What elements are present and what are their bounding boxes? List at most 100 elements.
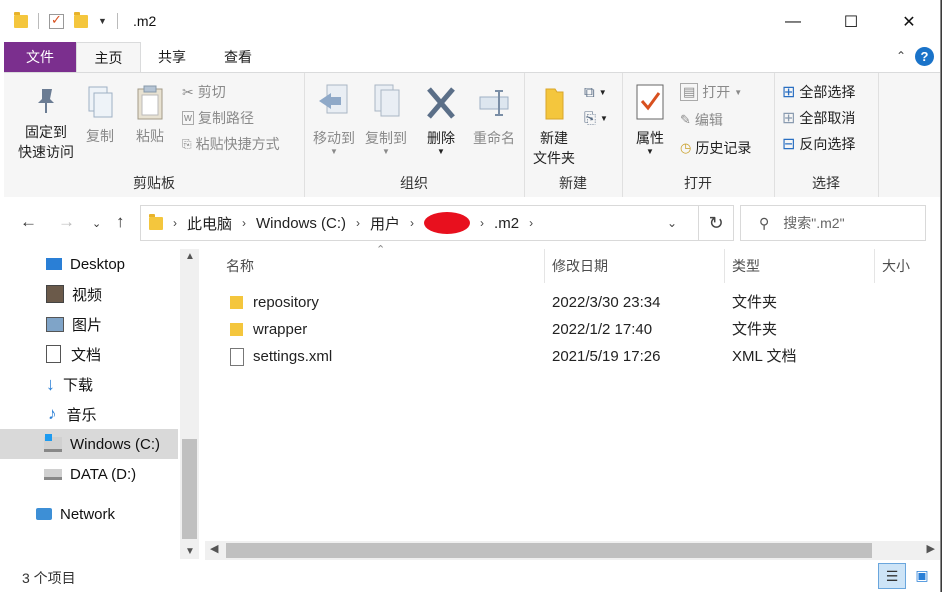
pin-quick-access-button[interactable]: 固定到 快速访问	[10, 85, 82, 162]
chevron-right-icon[interactable]: ›	[410, 216, 414, 230]
nav-item-windows-c[interactable]: Windows (C:)	[0, 429, 178, 459]
nav-scroll-thumb[interactable]	[182, 439, 197, 539]
nav-item-label: 下载	[63, 376, 94, 394]
properties-quick-icon[interactable]	[49, 12, 64, 29]
chevron-right-icon[interactable]: ›	[173, 216, 177, 230]
column-header-date[interactable]: 修改日期	[552, 249, 608, 283]
tab-view[interactable]: 查看	[210, 42, 266, 72]
table-row[interactable]: settings.xml 2021/5/19 17:26 XML 文档	[228, 344, 940, 370]
copy-path-button[interactable]: w 复制路径	[182, 107, 254, 129]
scroll-left-icon[interactable]: ◀	[210, 542, 218, 555]
new-folder-button[interactable]: 新建 文件夹	[528, 83, 580, 168]
easy-access-icon: ⎘	[584, 109, 597, 127]
scroll-down-icon[interactable]: ▼	[185, 546, 195, 557]
history-button[interactable]: ◷ 历史记录	[680, 137, 751, 159]
column-divider[interactable]	[724, 249, 725, 283]
easy-access-button[interactable]: ⎘ ▼	[584, 107, 608, 129]
tab-share[interactable]: 共享	[144, 42, 200, 72]
column-divider[interactable]	[544, 249, 545, 283]
select-all-button[interactable]: ⊞ 全部选择	[782, 81, 855, 103]
sort-ascending-icon: ⌃	[376, 244, 386, 256]
refresh-button[interactable]: ↻	[698, 206, 733, 240]
chevron-right-icon[interactable]: ›	[529, 216, 533, 230]
nav-item-videos[interactable]: 视频	[0, 279, 178, 309]
open-button[interactable]: ▤ 打开 ▼	[680, 81, 742, 103]
collapse-ribbon-icon[interactable]: ⌃	[896, 49, 906, 63]
address-dropdown-icon[interactable]: ⌄	[667, 216, 677, 230]
pin-icon	[38, 89, 54, 113]
scissors-icon: ✂	[182, 83, 194, 100]
select-none-label: 全部取消	[799, 110, 856, 126]
move-to-button[interactable]: 移动到 ▼	[308, 83, 360, 156]
open-dropdown-icon: ▼	[734, 87, 743, 97]
new-item-button[interactable]: ⧉ ▼	[584, 81, 607, 103]
delete-icon	[427, 87, 455, 119]
chevron-right-icon[interactable]: ›	[242, 216, 246, 230]
minimize-button[interactable]: —	[764, 0, 822, 44]
copy-to-button[interactable]: 复制到 ▼	[360, 83, 412, 156]
nav-item-pictures[interactable]: 图片	[0, 309, 178, 339]
breadcrumb-this-pc[interactable]: 此电脑	[187, 213, 232, 234]
edit-button[interactable]: ✎ 编辑	[680, 109, 723, 131]
delete-button[interactable]: 删除 ▼	[420, 83, 462, 156]
breadcrumb-users[interactable]: 用户	[370, 213, 400, 234]
nav-item-desktop[interactable]: Desktop	[0, 249, 178, 279]
cut-button[interactable]: ✂ 剪切	[182, 81, 226, 103]
folder-icon	[230, 296, 243, 309]
invert-selection-button[interactable]: ⊟ 反向选择	[782, 133, 855, 155]
copy-icon	[88, 86, 113, 118]
properties-button[interactable]: 属性 ▼	[628, 83, 672, 156]
up-icon[interactable]: ↑	[116, 212, 125, 232]
tab-file[interactable]: 文件	[4, 42, 76, 72]
paste-shortcut-button[interactable]: ⎘ 粘贴快捷方式	[182, 133, 280, 155]
horizontal-scroll-thumb[interactable]	[226, 543, 872, 558]
copy-path-icon: w	[182, 111, 194, 125]
nav-item-documents[interactable]: 文档	[0, 339, 178, 369]
help-icon[interactable]: ?	[915, 47, 934, 66]
search-placeholder: 搜索".m2"	[783, 215, 845, 231]
column-header-size[interactable]: 大小	[882, 249, 910, 283]
redacted-username[interactable]	[424, 212, 471, 234]
rename-button[interactable]: 重命名	[466, 83, 522, 148]
scroll-up-icon[interactable]: ▲	[185, 251, 195, 262]
maximize-button[interactable]: ☐	[822, 0, 880, 44]
open-group-label: 打开	[684, 175, 712, 191]
separator	[116, 13, 118, 29]
chevron-right-icon[interactable]: ›	[356, 216, 360, 230]
select-none-button[interactable]: ⊞ 全部取消	[782, 107, 855, 129]
column-header-name[interactable]: 名称	[226, 249, 254, 283]
nav-item-music[interactable]: ♪ 音乐	[0, 399, 178, 429]
search-box[interactable]: ⚲ 搜索".m2"	[740, 205, 926, 241]
close-button[interactable]: ✕	[880, 0, 938, 44]
breadcrumb-m2[interactable]: .m2	[494, 215, 519, 232]
tab-home[interactable]: 主页	[76, 42, 141, 72]
table-row[interactable]: wrapper 2022/1/2 17:40 文件夹	[228, 317, 940, 343]
nav-item-data-d[interactable]: DATA (D:)	[0, 459, 178, 489]
file-type: 文件夹	[732, 321, 778, 338]
large-icons-view-icon[interactable]: ▣	[910, 563, 934, 587]
forward-icon[interactable]: →	[58, 212, 75, 232]
paste-button[interactable]: 粘贴	[130, 85, 170, 146]
customize-quick-access-icon[interactable]: ▼	[98, 16, 107, 26]
breadcrumb-windows-c[interactable]: Windows (C:)	[256, 215, 346, 232]
new-folder-quick-icon[interactable]	[74, 11, 88, 28]
table-row[interactable]: repository 2022/3/30 23:34 文件夹	[228, 290, 940, 316]
details-view-icon[interactable]: ☰	[878, 563, 906, 589]
address-bar[interactable]: › 此电脑 › Windows (C:) › 用户 › › .m2 › ⌄ ↻	[140, 205, 734, 241]
separator	[38, 13, 39, 29]
nav-item-downloads[interactable]: ↓ 下载	[0, 369, 178, 399]
edit-label: 编辑	[694, 112, 723, 128]
cut-label: 剪切	[197, 84, 226, 100]
horizontal-scrollbar[interactable]: ◀ ▶	[205, 541, 940, 560]
back-icon[interactable]: ←	[20, 212, 37, 232]
nav-item-label: DATA (D:)	[70, 465, 137, 483]
nav-item-network[interactable]: Network	[0, 499, 178, 529]
recent-locations-icon[interactable]: ⌄	[92, 217, 101, 230]
column-header-type[interactable]: 类型	[732, 249, 760, 283]
scroll-right-icon[interactable]: ▶	[927, 542, 935, 555]
chevron-right-icon[interactable]: ›	[480, 216, 484, 230]
delete-dropdown-icon: ▼	[437, 147, 445, 156]
column-divider[interactable]	[874, 249, 875, 283]
copy-button[interactable]: 复制	[80, 85, 120, 146]
nav-scrollbar[interactable]: ▲ ▼	[180, 249, 199, 559]
